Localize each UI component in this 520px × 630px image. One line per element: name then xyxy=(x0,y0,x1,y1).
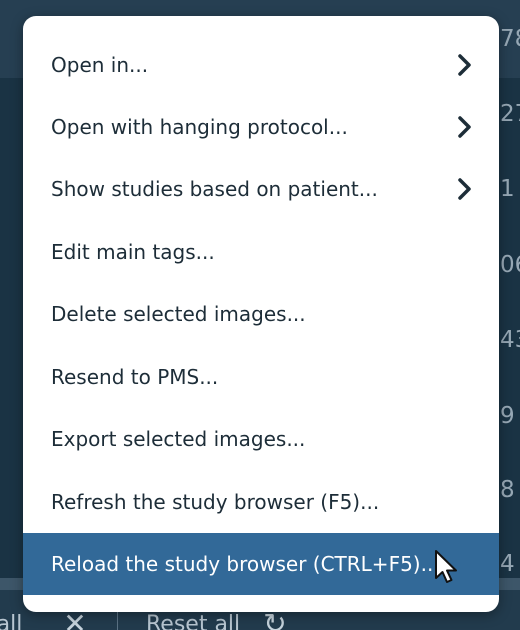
close-icon[interactable]: ✕ xyxy=(58,610,92,630)
chevron-right-icon xyxy=(458,178,471,200)
column-value: 780 xyxy=(500,26,520,52)
menu-item-label: Edit main tags... xyxy=(51,240,215,264)
menu-item-label: Open in... xyxy=(51,53,149,77)
menu-item-resend-to-pms[interactable]: Resend to PMS... xyxy=(23,346,499,408)
chevron-right-icon xyxy=(458,54,471,76)
reset-all-button[interactable]: Reset all xyxy=(146,612,240,630)
column-value: 1 xyxy=(500,176,515,202)
menu-item-show-studies-by-patient[interactable]: Show studies based on patient... xyxy=(23,158,499,220)
menu-item-refresh-study-browser[interactable]: Refresh the study browser (F5)... xyxy=(23,471,499,533)
right-column-values: 780 27 1 06 43 9 8 4 xyxy=(500,0,520,630)
column-value: 8 xyxy=(500,477,515,503)
chevron-right-icon xyxy=(458,116,471,138)
column-value: 4 xyxy=(500,551,515,577)
menu-item-open-in[interactable]: Open in... xyxy=(23,34,499,96)
column-value: 9 xyxy=(500,403,515,429)
menu-item-label: Export selected images... xyxy=(51,427,306,451)
menu-item-label: Show studies based on patient... xyxy=(51,177,378,201)
mouse-pointer-icon xyxy=(435,550,457,583)
column-value: 43 xyxy=(500,327,520,353)
menu-item-delete-selected-images[interactable]: Delete selected images... xyxy=(23,283,499,345)
menu-item-label: Open with hanging protocol... xyxy=(51,115,348,139)
column-value: 06 xyxy=(500,252,520,278)
menu-item-export-selected-images[interactable]: Export selected images... xyxy=(23,408,499,470)
menu-item-label: Delete selected images... xyxy=(51,302,306,326)
menu-item-label: Resend to PMS... xyxy=(51,365,219,389)
menu-item-label: Refresh the study browser (F5)... xyxy=(51,490,380,514)
menu-item-edit-main-tags[interactable]: Edit main tags... xyxy=(23,221,499,283)
menu-item-label: Reload the study browser (CTRL+F5)... xyxy=(51,552,440,576)
menu-item-open-with-hanging-protocol[interactable]: Open with hanging protocol... xyxy=(23,96,499,158)
column-value: 27 xyxy=(500,101,520,127)
reset-icon[interactable]: ↻ xyxy=(258,610,292,630)
context-menu: Open in... Open with hanging protocol...… xyxy=(23,16,499,612)
menu-item-reload-study-browser[interactable]: Reload the study browser (CTRL+F5)... xyxy=(23,533,499,595)
footer-left-button[interactable]: tall xyxy=(0,612,22,630)
